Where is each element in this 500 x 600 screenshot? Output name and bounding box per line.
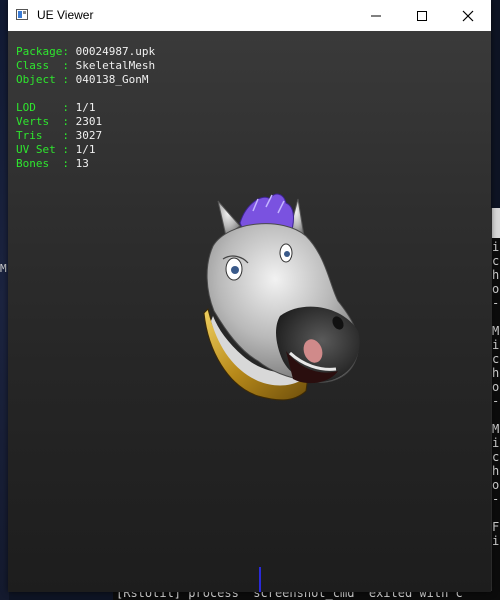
ue-viewer-window[interactable]: UE Viewer Package: 00024987.upk Class : S…: [8, 0, 491, 592]
app-icon: [16, 9, 28, 20]
terminal-glyph: h: [492, 464, 500, 478]
terminal-glyph: o: [492, 478, 500, 492]
close-icon: [462, 10, 474, 21]
terminal-glyph: -: [492, 394, 500, 408]
terminal-glyph: c: [492, 254, 500, 268]
minimize-icon: [371, 15, 381, 16]
maximize-button[interactable]: [399, 0, 445, 31]
close-button[interactable]: [445, 0, 491, 31]
terminal-glyph: o: [492, 380, 500, 394]
terminal-glyph: F: [492, 520, 500, 534]
terminal-glyph: -: [492, 492, 500, 506]
terminal-glyph: M: [492, 324, 500, 338]
terminal-glyph: h: [492, 268, 500, 282]
axis-gizmo-line: [259, 567, 261, 592]
terminal-glyph: i: [492, 338, 500, 352]
terminal-titlebar: [492, 208, 500, 238]
terminal-glyph: i: [492, 240, 500, 254]
terminal-glyph: M: [492, 422, 500, 436]
terminal-glyph: o: [492, 282, 500, 296]
horse-head-mesh: [203, 193, 360, 401]
terminal-glyph: h: [492, 366, 500, 380]
background-text-fragment: M: [0, 262, 7, 275]
title-bar[interactable]: UE Viewer: [8, 0, 491, 31]
terminal-glyph: c: [492, 352, 500, 366]
window-title: UE Viewer: [37, 8, 94, 22]
terminal-output-text: [RstUtil] process "screenshot_cmd" exite…: [116, 591, 463, 600]
terminal-glyph: i: [492, 436, 500, 450]
terminal-output-line: [RstUtil] process "screenshot_cmd" exite…: [113, 591, 500, 600]
terminal-glyph: c: [492, 450, 500, 464]
terminal-glyph: -: [492, 296, 500, 310]
minimize-button[interactable]: [353, 0, 399, 31]
terminal-glyph: i: [492, 534, 500, 548]
maximize-icon: [417, 10, 427, 21]
3d-viewport[interactable]: Package: 00024987.upk Class : SkeletalMes…: [8, 31, 491, 592]
